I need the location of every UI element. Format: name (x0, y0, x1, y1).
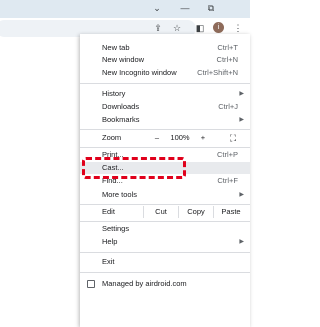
menu-divider (80, 83, 250, 84)
zoom-level-value: 100% (170, 133, 190, 142)
menu-item-shortcut: Ctrl+P (216, 150, 238, 159)
tab-search-chevron-icon[interactable]: ⌄ (150, 2, 164, 14)
menu-item-label: Managed by airdroid.com (102, 279, 187, 288)
zoom-out-button[interactable]: – (147, 132, 167, 144)
menu-item-new-window[interactable]: New window Ctrl+N (80, 54, 250, 66)
zoom-in-button[interactable]: + (193, 132, 213, 144)
menu-row-edit: Edit Cut Copy Paste (80, 206, 250, 218)
menu-divider (80, 272, 250, 273)
menu-item-shortcut: Ctrl+T (217, 43, 238, 52)
cast-highlight-box (82, 157, 186, 179)
fullscreen-icon[interactable]: ⛶ (223, 132, 243, 144)
menu-item-label: Exit (102, 257, 115, 266)
vertical-divider (178, 206, 179, 218)
title-bar: ⌄ — ⧉ (0, 0, 250, 18)
menu-item-help[interactable]: Help ▶ (80, 236, 250, 248)
menu-item-label: Downloads (102, 102, 140, 111)
cut-button[interactable]: Cut (146, 206, 176, 218)
menu-item-history[interactable]: History ▶ (80, 88, 250, 100)
menu-item-new-incognito[interactable]: New Incognito window Ctrl+Shift+N (80, 67, 250, 79)
menu-item-bookmarks[interactable]: Bookmarks ▶ (80, 114, 250, 126)
menu-divider (80, 147, 250, 148)
menu-divider (80, 129, 250, 130)
share-icon[interactable]: ⇪ (151, 21, 165, 35)
menu-item-label: New window (102, 55, 145, 64)
menu-item-managed[interactable]: Managed by airdroid.com (80, 278, 250, 290)
menu-item-exit[interactable]: Exit (80, 256, 250, 268)
chrome-menu: New tab Ctrl+T New window Ctrl+N New Inc… (80, 34, 250, 327)
menu-divider (80, 204, 250, 205)
menu-item-label: Settings (102, 224, 130, 233)
vertical-divider (143, 206, 144, 218)
bookmark-star-icon[interactable]: ☆ (170, 21, 184, 35)
menu-item-shortcut: Ctrl+J (218, 102, 238, 111)
menu-divider (80, 252, 250, 253)
submenu-arrow-icon: ▶ (239, 239, 244, 245)
menu-item-label: Bookmarks (102, 115, 140, 124)
menu-item-label: New Incognito window (102, 68, 177, 77)
submenu-arrow-icon: ▶ (239, 192, 244, 198)
menu-item-settings[interactable]: Settings (80, 223, 250, 235)
side-panel-icon[interactable]: ◧ (193, 21, 207, 35)
paste-button[interactable]: Paste (216, 206, 246, 218)
zoom-label: Zoom (102, 133, 122, 142)
managed-building-icon (87, 280, 95, 288)
menu-item-label: Help (102, 237, 118, 246)
menu-item-shortcut: Ctrl+N (216, 55, 238, 64)
menu-kebab-icon[interactable]: ⋮ (231, 21, 245, 35)
menu-divider (80, 221, 250, 222)
submenu-arrow-icon: ▶ (239, 117, 244, 123)
menu-item-label: New tab (102, 43, 130, 52)
menu-item-shortcut: Ctrl+Shift+N (197, 68, 238, 77)
edit-label: Edit (102, 207, 115, 216)
submenu-arrow-icon: ▶ (239, 91, 244, 97)
menu-item-label: History (102, 89, 126, 98)
menu-item-shortcut: Ctrl+F (217, 176, 238, 185)
profile-avatar[interactable]: i (213, 22, 224, 33)
vertical-divider (213, 206, 214, 218)
menu-item-downloads[interactable]: Downloads Ctrl+J (80, 101, 250, 113)
menu-item-new-tab[interactable]: New tab Ctrl+T (80, 42, 250, 54)
menu-row-zoom: Zoom – 100% + ⛶ (80, 132, 250, 144)
copy-button[interactable]: Copy (181, 206, 211, 218)
menu-item-more-tools[interactable]: More tools ▶ (80, 189, 250, 201)
minimize-button[interactable]: — (178, 2, 192, 14)
restore-button[interactable]: ⧉ (204, 2, 218, 14)
menu-item-label: More tools (102, 190, 138, 199)
